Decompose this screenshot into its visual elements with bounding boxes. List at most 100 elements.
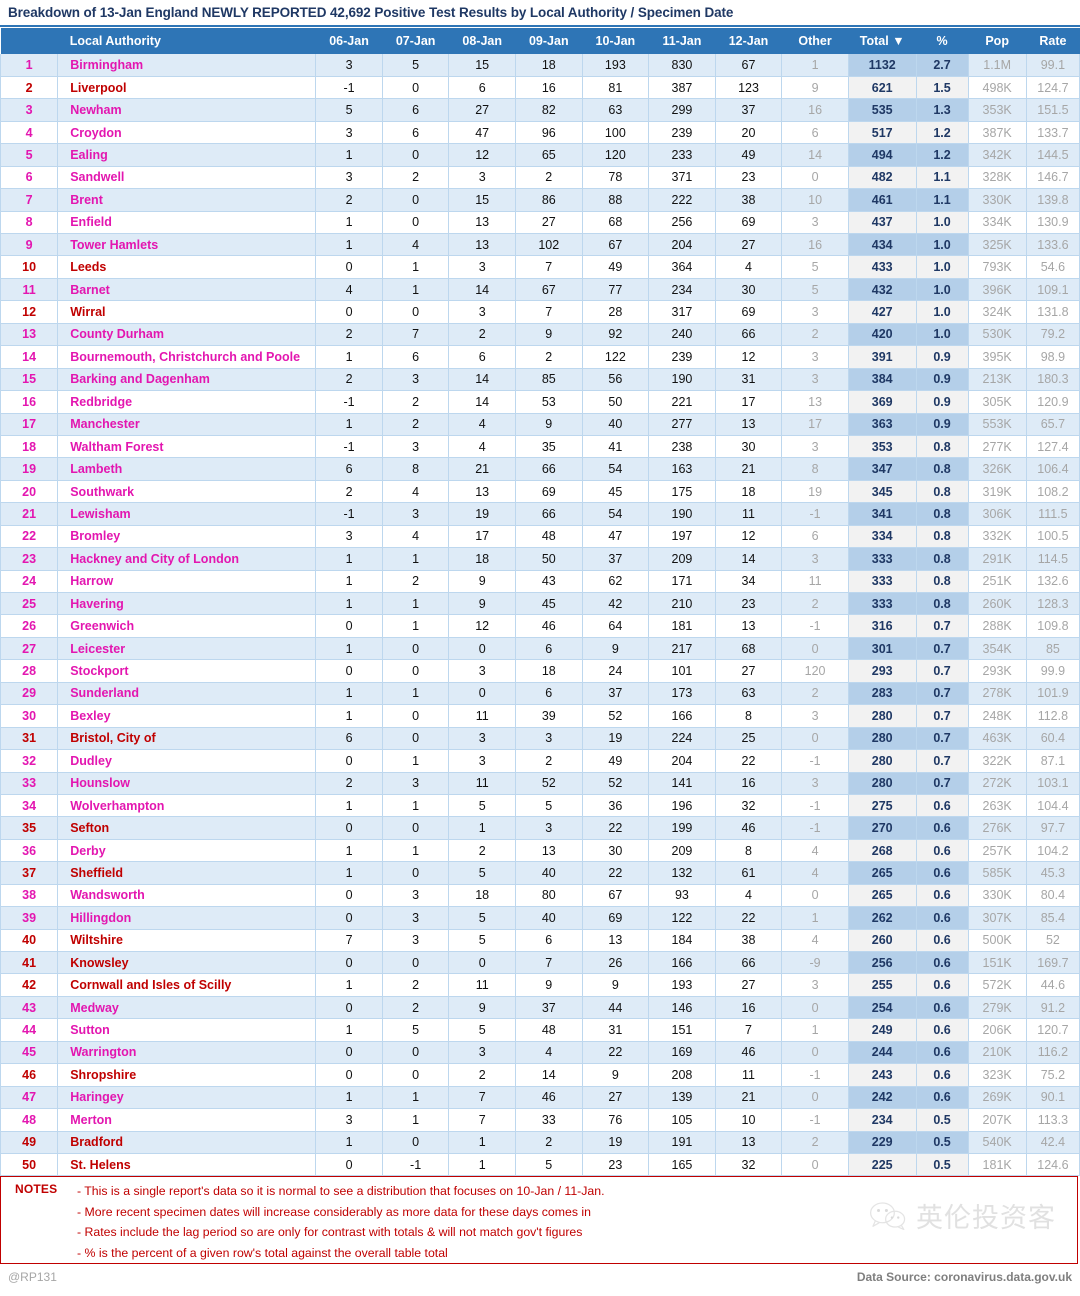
table-row[interactable]: 27 Leicester 1 0 0 6 9 217 68 0 301 0.7 354K 85 [0,637,1080,661]
table-row[interactable]: 7 Brent 2 0 15 86 88 222 38 10 461 1.1 330K 139.8 [0,188,1080,212]
table-row[interactable]: 46 Shropshire 0 0 2 14 9 208 11 -1 243 0.6 323K 75.2 [0,1063,1080,1087]
cell-10-jan: 13 [582,929,650,953]
table-row[interactable]: 8 Enfield 1 0 13 27 68 256 69 3 437 1.0 334K 130.9 [0,211,1080,235]
table-row[interactable]: 26 Greenwich 0 1 12 46 64 181 13 -1 316 0.7 288K 109.… [0,614,1080,638]
table-row[interactable]: 22 Bromley 3 4 17 48 47 197 12 6 334 0.8 332K 100.5 [0,525,1080,549]
table-row[interactable]: 18 Waltham Forest -1 3 4 35 41 238 30 3 353 0.8 277K… [0,435,1080,459]
table-row[interactable]: 50 St. Helens 0 -1 1 5 23 165 32 0 225 0.5 181K 124.6 [0,1153,1080,1177]
cell-rank: 11 [0,278,59,302]
column-header-total-sorted[interactable]: Total ▼ [848,28,916,54]
column-header-10-jan[interactable]: 10-Jan [582,28,649,54]
table-row[interactable]: 19 Lambeth 6 8 21 66 54 163 21 8 347 0.8 326K 106.4 [0,457,1080,481]
cell-rank: 15 [0,368,59,392]
column-header-pop[interactable]: Pop [968,28,1027,54]
cell-rank: 9 [0,233,59,257]
table-row[interactable]: 48 Merton 3 1 7 33 76 105 10 -1 234 0.5 207K 113.3 [0,1108,1080,1132]
table-row[interactable]: 24 Harrow 1 2 9 43 62 171 34 11 333 0.8 251K 132.6 [0,570,1080,594]
table-row[interactable]: 23 Hackney and City of London 1 1 18 50 37 209 1… [0,547,1080,571]
cell-rank: 2 [0,76,59,100]
table-row[interactable]: 34 Wolverhampton 1 1 5 5 36 196 32 -1 275 0.6 263K 10… [0,794,1080,818]
column-header-other[interactable]: Other [781,28,849,54]
cell-11-jan: 830 [648,54,716,77]
column-header-06-jan[interactable]: 06-Jan [315,28,383,54]
table-row[interactable]: 14 Bournemouth, Christchurch and Poole 1 6 6… [0,345,1080,369]
table-row[interactable]: 36 Derby 1 1 2 13 30 209 8 4 268 0.6 257K 104.2 [0,839,1080,863]
table-row[interactable]: 15 Barking and Dagenham 2 3 14 85 56 190 31 3 384 0… [0,368,1080,392]
table-row[interactable]: 16 Redbridge -1 2 14 53 50 221 17 13 369 0.9 305K 120… [0,390,1080,414]
cell-total: 316 [848,614,917,638]
cell-12-jan: 69 [715,211,783,235]
cell-11-jan: 210 [648,592,716,616]
column-header-07-jan[interactable]: 07-Jan [382,28,449,54]
table-row[interactable]: 29 Sunderland 1 1 0 6 37 173 63 2 283 0.7 278K 101.9 [0,682,1080,706]
cell-11-jan: 221 [648,390,716,414]
cell-total: 482 [848,166,917,190]
table-row[interactable]: 17 Manchester 1 2 4 9 40 277 13 17 363 0.9 553K 65.7 [0,413,1080,436]
cell-06-jan: 0 [315,659,383,683]
table-row[interactable]: 35 Sefton 0 0 1 3 22 199 46 -1 270 0.6 276K 97.7 [0,816,1080,840]
column-header-09-jan[interactable]: 09-Jan [515,28,583,54]
table-row[interactable]: 9 Tower Hamlets 1 4 13 102 67 204 27 16 434 1.0 325K… [0,233,1080,257]
cell-percent: 0.8 [916,502,969,526]
table-row[interactable]: 20 Southwark 2 4 13 69 45 175 18 19 345 0.8 319K 108.… [0,480,1080,504]
cell-07-jan: 4 [382,233,450,257]
cell-12-jan: 37 [715,98,783,122]
table-row[interactable]: 5 Ealing 1 0 12 65 120 233 49 14 494 1.2 342K 144.5 [0,143,1080,167]
cell-rate: 124.6 [1026,1153,1080,1177]
column-header-08-jan[interactable]: 08-Jan [448,28,516,54]
table-row[interactable]: 45 Warrington 0 0 3 4 22 169 46 0 244 0.6 210K 116.2 [0,1041,1080,1065]
table-row[interactable]: 10 Leeds 0 1 3 7 49 364 4 5 433 1.0 793K 54.6 [0,255,1080,279]
table-row[interactable]: 42 Cornwall and Isles of Scilly 1 2 11 9 9 193 2… [0,973,1080,997]
table-row[interactable]: 37 Sheffield 1 0 5 40 22 132 61 4 265 0.6 585K 45.3 [0,861,1080,885]
cell-08-jan: 9 [448,592,516,616]
table-row[interactable]: 3 Newham 5 6 27 82 63 299 37 16 535 1.3 353K 151.5 [0,98,1080,122]
table-row[interactable]: 32 Dudley 0 1 3 2 49 204 22 -1 280 0.7 322K 87.1 [0,749,1080,773]
table-row[interactable]: 4 Croydon 3 6 47 96 100 239 20 6 517 1.2 387K 133.7 [0,121,1080,145]
table-row[interactable]: 13 County Durham 2 7 2 9 92 240 66 2 420 1.0 530K 79.… [0,323,1080,347]
table-row[interactable]: 6 Sandwell 3 2 3 2 78 371 23 0 482 1.1 328K 146.7 [0,166,1080,190]
cell-07-jan: 3 [382,906,450,930]
column-header-percent[interactable]: % [916,28,969,54]
table-row[interactable]: 31 Bristol, City of 6 0 3 3 19 224 25 0 280 0.7 463K… [0,727,1080,751]
table-row[interactable]: 1 Birmingham 3 5 15 18 193 830 67 1 1132 2.7 1.1M 99.… [0,54,1080,77]
table-row[interactable]: 2 Liverpool -1 0 6 16 81 387 123 9 621 1.5 498K 124.7 [0,76,1080,100]
table-row[interactable]: 40 Wiltshire 7 3 5 6 13 184 38 4 260 0.6 500K 52 [0,929,1080,953]
cell-total: 244 [848,1041,917,1065]
cell-11-jan: 199 [648,816,716,840]
cell-12-jan: 11 [715,502,783,526]
table-row[interactable]: 38 Wandsworth 0 3 18 80 67 93 4 0 265 0.6 330K 80.4 [0,884,1080,908]
cell-10-jan: 52 [582,772,650,795]
column-header-rate[interactable]: Rate [1026,28,1080,54]
cell-rate: 106.4 [1026,457,1080,481]
column-header-11-jan[interactable]: 11-Jan [648,28,716,54]
table-row[interactable]: 21 Lewisham -1 3 19 66 54 190 11 -1 341 0.8 306K 111.… [0,502,1080,526]
table-row[interactable]: 39 Hillingdon 0 3 5 40 69 122 22 1 262 0.6 307K 85.4 [0,906,1080,930]
table-row[interactable]: 33 Hounslow 2 3 11 52 52 141 16 3 280 0.7 272K 103.1 [0,772,1080,795]
column-header-12-jan[interactable]: 12-Jan [715,28,782,54]
table-row[interactable]: 28 Stockport 0 0 3 18 24 101 27 120 293 0.7 293K 99.9 [0,659,1080,683]
cell-total: 283 [848,682,917,706]
table-row[interactable]: 47 Haringey 1 1 7 46 27 139 21 0 242 0.6 269K 90.1 [0,1086,1080,1110]
table-row[interactable]: 11 Barnet 4 1 14 67 77 234 30 5 432 1.0 396K 109.1 [0,278,1080,302]
table-row[interactable]: 30 Bexley 1 0 11 39 52 166 8 3 280 0.7 248K 112.8 [0,704,1080,728]
table-row[interactable]: 44 Sutton 1 5 5 48 31 151 7 1 249 0.6 206K 120.7 [0,1018,1080,1042]
cell-07-jan: 0 [382,727,450,751]
cell-09-jan: 18 [515,54,583,77]
cell-other: 6 [781,121,849,145]
cell-07-jan: 3 [382,929,450,953]
cell-12-jan: 46 [715,1041,783,1065]
cell-08-jan: 3 [448,255,516,279]
table-row[interactable]: 12 Wirral 0 0 3 7 28 317 69 3 427 1.0 324K 131.8 [0,300,1080,324]
cell-09-jan: 52 [515,772,583,795]
table-row[interactable]: 41 Knowsley 0 0 0 7 26 166 66 -9 256 0.6 151K 169.7 [0,951,1080,975]
cell-07-jan: 3 [382,772,450,795]
cell-local-authority: Wolverhampton [57,794,317,818]
column-header-rank[interactable] [0,28,58,54]
cell-12-jan: 27 [715,659,783,683]
table-row[interactable]: 25 Havering 1 1 9 45 42 210 23 2 333 0.8 260K 128.3 [0,592,1080,616]
table-row[interactable]: 49 Bradford 1 0 1 2 19 191 13 2 229 0.5 540K 42.4 [0,1131,1080,1154]
cell-total: 242 [848,1086,917,1110]
column-header-local-authority[interactable]: Local Authority [57,28,316,54]
cell-pop: 207K [968,1108,1027,1132]
table-row[interactable]: 43 Medway 0 2 9 37 44 146 16 0 254 0.6 279K 91.2 [0,996,1080,1020]
